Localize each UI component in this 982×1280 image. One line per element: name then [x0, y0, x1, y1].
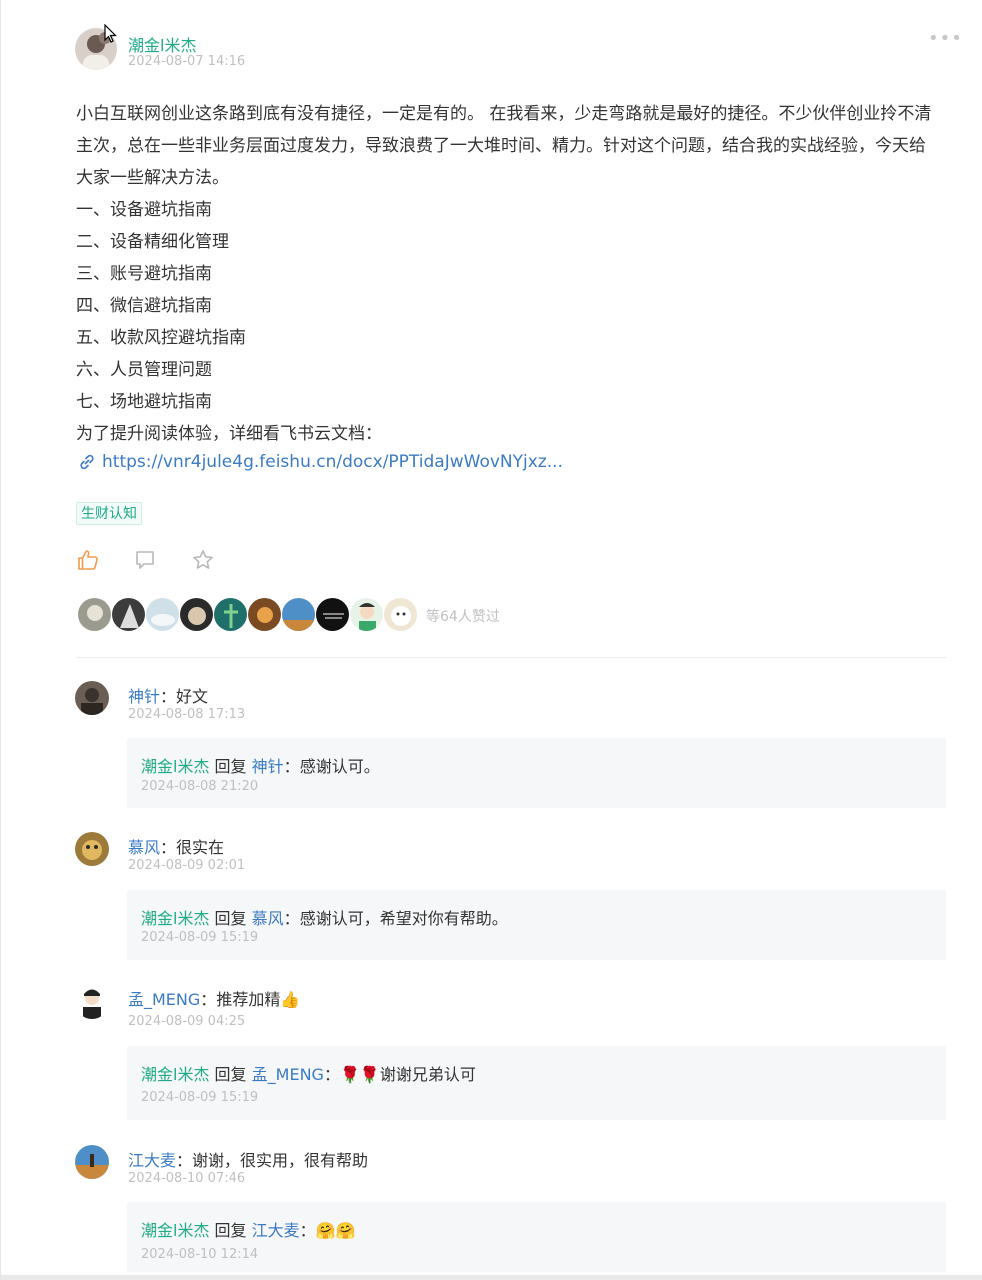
commenter-avatar[interactable] — [75, 681, 109, 715]
reply-author[interactable]: 潮金l米杰 — [141, 1065, 209, 1084]
post-body-line: 一、设备避坑指南 — [76, 200, 212, 220]
comment-text: 谢谢，很实用，很有帮助 — [192, 1151, 369, 1170]
post-body-line: 六、人员管理问题 — [76, 360, 212, 380]
reply-time: 2024-08-08 21:20 — [141, 779, 259, 794]
commenter-avatar[interactable] — [75, 1145, 109, 1179]
reply-box: 潮金l米杰 回复 江大麦：🤗🤗 2024-08-10 12:14 — [127, 1202, 946, 1272]
comment-text: 好文 — [176, 687, 209, 706]
reply-target[interactable]: 江大麦 — [252, 1221, 300, 1240]
post-body-line: 五、收款风控避坑指南 — [76, 328, 246, 348]
reply-verb: 回复 — [214, 909, 247, 928]
reply-text: 感谢认可，希望对你有帮助。 — [299, 909, 508, 928]
rose-emoji-icon: 🌹🌹 — [339, 1065, 380, 1084]
comment-time: 2024-08-09 02:01 — [128, 858, 246, 873]
liker-avatar[interactable] — [111, 597, 146, 632]
post-time: 2024-08-07 14:16 — [128, 54, 246, 69]
commenter-name[interactable]: 孟_MENG — [128, 990, 200, 1009]
reply-target[interactable]: 慕风 — [252, 909, 284, 928]
reply-box: 潮金l米杰 回复 慕风：感谢认可，希望对你有帮助。 2024-08-09 15:… — [127, 890, 946, 960]
author-name[interactable]: 潮金l米杰 — [128, 32, 196, 56]
liker-avatar[interactable] — [179, 597, 214, 632]
reply-box: 潮金l米杰 回复 孟_MENG：🌹🌹谢谢兄弟认可 2024-08-09 15:1… — [127, 1046, 946, 1120]
comment: 神针：好文 — [128, 687, 209, 706]
post-body-line: 三、账号避坑指南 — [76, 264, 212, 284]
reply-target[interactable]: 孟_MENG — [252, 1065, 324, 1084]
link-chain-icon — [80, 454, 94, 470]
liker-avatar[interactable] — [77, 597, 112, 632]
reply-time: 2024-08-09 15:19 — [141, 1090, 259, 1105]
reply-target[interactable]: 神针 — [252, 757, 284, 776]
commenter-name[interactable]: 江大麦 — [128, 1151, 176, 1170]
liker-avatar[interactable] — [281, 597, 316, 632]
reply: 潮金l米杰 回复 慕风：感谢认可，希望对你有帮助。 — [141, 909, 508, 928]
comment: 慕风：很实在 — [128, 838, 225, 857]
reply-author[interactable]: 潮金l米杰 — [141, 757, 209, 776]
comment-bubble-icon[interactable] — [133, 548, 157, 572]
like-summary[interactable]: 等64人赞过 — [426, 606, 500, 626]
reply-box: 潮金l米杰 回复 神针：感谢认可。 2024-08-08 21:20 — [127, 738, 946, 808]
comment-time: 2024-08-10 07:46 — [128, 1171, 246, 1186]
reply-text: 感谢认可。 — [299, 757, 380, 776]
post-body-line: 主次，总在一些非业务层面过度发力，导致浪费了一大堆时间、精力。针对这个问题，结合… — [76, 136, 926, 156]
bottom-scroll-edge — [1, 1275, 982, 1280]
reply-text: 谢谢兄弟认可 — [379, 1065, 476, 1084]
reply-author[interactable]: 潮金l米杰 — [141, 1221, 209, 1240]
reply-author[interactable]: 潮金l米杰 — [141, 909, 209, 928]
reply: 潮金l米杰 回复 江大麦：🤗🤗 — [141, 1221, 356, 1240]
reply-time: 2024-08-09 15:19 — [141, 930, 259, 945]
liker-avatar[interactable] — [315, 597, 350, 632]
star-icon[interactable] — [191, 548, 215, 572]
liker-avatar[interactable] — [349, 597, 384, 632]
commenter-name[interactable]: 慕风 — [128, 838, 160, 857]
reply-verb: 回复 — [214, 1221, 247, 1240]
topic-tag[interactable]: 生财认知 — [76, 502, 142, 525]
more-dots-icon[interactable]: ••• — [928, 28, 963, 49]
comment-text: 推荐加精 — [216, 990, 281, 1009]
reply-time: 2024-08-10 12:14 — [141, 1247, 259, 1262]
reply-verb: 回复 — [214, 1065, 247, 1084]
comment: 孟_MENG：推荐加精👍 — [128, 990, 301, 1009]
post-body-line: 为了提升阅读体验，详细看飞书云文档： — [76, 424, 382, 444]
mouse-cursor-icon — [104, 24, 117, 43]
commenter-name[interactable]: 神针 — [128, 687, 160, 706]
comment-time: 2024-08-09 04:25 — [128, 1014, 246, 1029]
divider — [76, 657, 946, 658]
commenter-avatar[interactable] — [75, 832, 109, 866]
commenter-avatar[interactable] — [75, 985, 109, 1019]
post-page: 潮金l米杰 2024-08-07 14:16 ••• 小白互联网创业这条路到底有… — [0, 0, 982, 1280]
liker-avatar[interactable] — [145, 597, 180, 632]
liker-avatar[interactable] — [247, 597, 282, 632]
thumbs-up-icon[interactable] — [76, 548, 100, 572]
post-body-line: 二、设备精细化管理 — [76, 232, 229, 252]
reply: 潮金l米杰 回复 神针：感谢认可。 — [141, 757, 380, 776]
doc-link[interactable]: https://vnr4jule4g.feishu.cn/docx/PPTida… — [78, 452, 563, 472]
comment: 江大麦：谢谢，很实用，很有帮助 — [128, 1151, 369, 1170]
post-body-line: 大家一些解决方法。 — [76, 168, 229, 188]
hug-emoji-icon: 🤗🤗 — [315, 1221, 356, 1240]
post-body-line: 四、微信避坑指南 — [76, 296, 212, 316]
comment-time: 2024-08-08 17:13 — [128, 707, 246, 722]
post-body-line: 七、场地避坑指南 — [76, 392, 212, 412]
thumbs-up-emoji-icon: 👍 — [280, 990, 301, 1009]
liker-avatar[interactable] — [213, 597, 248, 632]
reply: 潮金l米杰 回复 孟_MENG：🌹🌹谢谢兄弟认可 — [141, 1065, 476, 1084]
comment-text: 很实在 — [176, 838, 225, 857]
doc-link-text[interactable]: https://vnr4jule4g.feishu.cn/docx/PPTida… — [102, 452, 563, 472]
post-body-line: 小白互联网创业这条路到底有没有捷径，一定是有的。 在我看来，少走弯路就是最好的捷… — [76, 104, 932, 124]
liker-avatar[interactable] — [383, 597, 418, 632]
reply-verb: 回复 — [214, 757, 247, 776]
